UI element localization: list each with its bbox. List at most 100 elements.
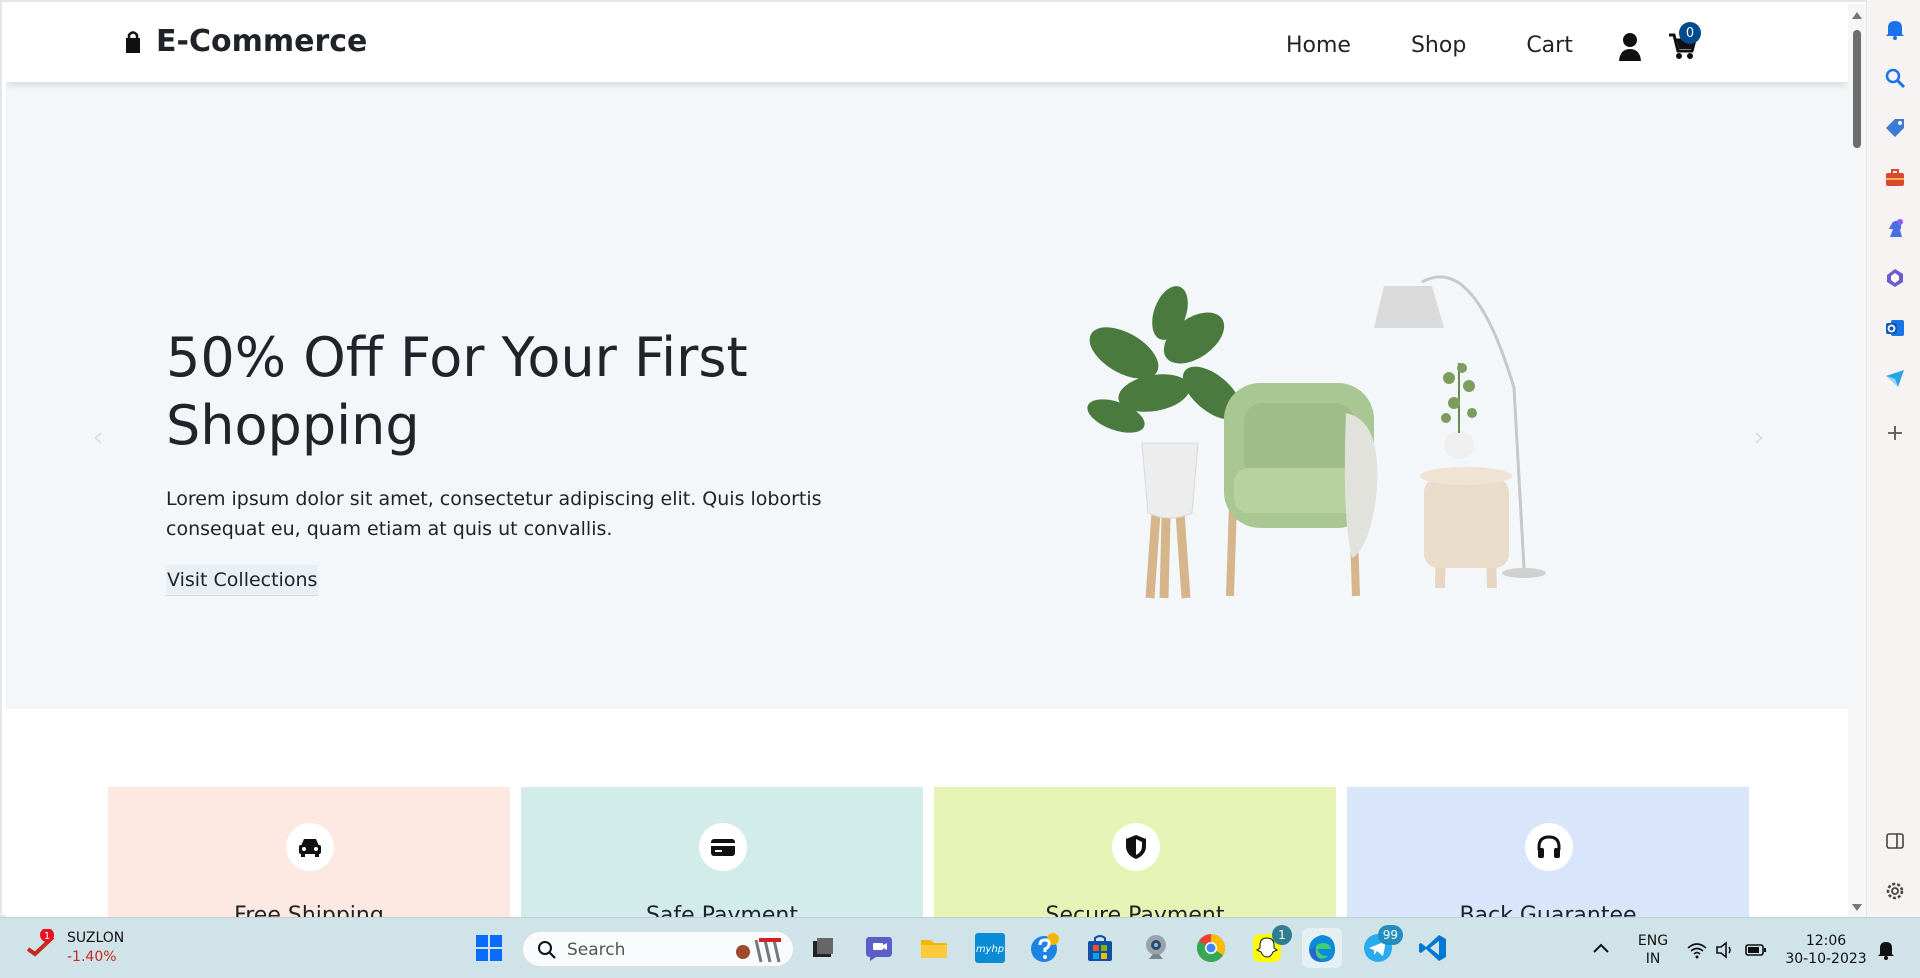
stock-text: SUZLON -1.40% xyxy=(67,929,124,967)
taskbar-app[interactable] xyxy=(803,928,843,968)
taskbar-app[interactable] xyxy=(859,928,899,968)
feature-title: Safe Payment xyxy=(645,903,799,917)
user-icon[interactable] xyxy=(1618,32,1642,62)
hero-description: Lorem ipsum dolor sit amet, consectetur … xyxy=(166,488,822,540)
file-manager-icon xyxy=(813,938,833,957)
outlook-icon[interactable] xyxy=(1884,317,1906,339)
snapchat-badge: 1 xyxy=(1272,925,1292,945)
nav-shop[interactable]: Shop xyxy=(1411,33,1466,58)
chevron-up-icon[interactable] xyxy=(1592,942,1610,954)
feature-card-free-shipping: Free Shipping xyxy=(108,787,510,917)
shopping-bag-icon xyxy=(126,30,140,53)
svg-text:myhp: myhp xyxy=(976,944,1004,955)
search-placeholder: Search xyxy=(567,940,626,960)
hero-heading: 50% Off For Your First Shopping xyxy=(166,326,748,457)
taskbar-search[interactable]: Search xyxy=(522,931,794,967)
language-bottom: IN xyxy=(1645,951,1661,967)
feature-card-safe-payment: Safe Payment xyxy=(521,787,923,917)
chess-icon[interactable] xyxy=(1884,217,1906,239)
briefcase-icon[interactable] xyxy=(1884,167,1906,189)
wifi-icon[interactable] xyxy=(1687,941,1707,959)
browser-window: E-Commerce Home Shop Cart 0 50% Off For … xyxy=(0,0,1866,917)
taskbar-app[interactable]: 1 xyxy=(1247,925,1292,968)
battery-icon[interactable] xyxy=(1745,943,1767,957)
telegram-badge: 99 xyxy=(1377,925,1403,945)
visit-collections-button[interactable]: Visit Collections xyxy=(166,565,319,596)
vscode-icon xyxy=(1419,935,1446,961)
send-icon[interactable] xyxy=(1884,367,1906,389)
feature-title: Back Guarantee xyxy=(1459,903,1637,917)
stock-chart-icon: 1 xyxy=(26,929,55,957)
armchair-plant-lamp-illustration xyxy=(1087,275,1546,599)
taskbar-app[interactable] xyxy=(914,928,954,968)
taskbar-app[interactable] xyxy=(1136,928,1176,968)
hero-banner: 50% Off For Your First Shopping Lorem ip… xyxy=(6,82,1848,709)
taskbar-app[interactable]: myhp xyxy=(970,928,1010,968)
feature-title: Free Shipping xyxy=(234,903,384,917)
site-navbar: E-Commerce Home Shop Cart 0 xyxy=(6,4,1848,82)
search-icon[interactable] xyxy=(1884,67,1906,89)
teams-chat-icon xyxy=(866,937,892,961)
feature-icon-circle xyxy=(1112,823,1160,871)
cart-badge: 0 xyxy=(1679,22,1701,44)
scroll-thumb[interactable] xyxy=(1853,30,1861,148)
taskbar-app[interactable] xyxy=(1413,928,1453,968)
tools-highlight-icon xyxy=(736,938,781,963)
headphones-icon xyxy=(1537,835,1561,858)
webpage: E-Commerce Home Shop Cart 0 50% Off For … xyxy=(6,4,1848,917)
main-nav: Home Shop Cart xyxy=(1286,33,1573,58)
card-icon xyxy=(711,839,735,856)
stock-widget[interactable]: 1 SUZLON -1.40% xyxy=(25,929,124,967)
plus-icon[interactable] xyxy=(1884,422,1906,444)
taskbar-app[interactable]: 99 xyxy=(1358,925,1403,968)
feature-title: Secure Payment xyxy=(1045,903,1225,917)
clock-time: 12:06 xyxy=(1805,933,1847,949)
taskbar-app[interactable] xyxy=(1080,928,1120,968)
help-icon xyxy=(1031,933,1059,962)
svg-text:1: 1 xyxy=(44,931,50,942)
feature-card-secure-payment: Secure Payment xyxy=(934,787,1336,917)
brand-name: E-Commerce xyxy=(156,24,368,59)
start-button[interactable] xyxy=(469,928,509,968)
carousel-next-icon[interactable]: › xyxy=(1746,423,1772,451)
taskbar-app[interactable] xyxy=(1191,928,1231,968)
feature-icon-circle xyxy=(699,823,747,871)
bell-icon[interactable] xyxy=(1884,18,1906,40)
car-icon xyxy=(299,839,321,857)
carousel-prev-icon[interactable]: ‹ xyxy=(85,423,111,451)
feature-icon-circle xyxy=(286,823,334,871)
features-section: Free Shipping Safe Payment Secure Paymen… xyxy=(6,709,1848,917)
nav-home[interactable]: Home xyxy=(1286,33,1351,58)
edge-icon xyxy=(1309,935,1335,962)
language-top: ENG xyxy=(1637,933,1669,949)
volume-icon[interactable] xyxy=(1715,941,1735,959)
scroll-up-icon[interactable] xyxy=(1852,12,1862,19)
edge-sidebar xyxy=(1866,0,1920,917)
clock-date: 30-10-2023 xyxy=(1785,951,1867,967)
scroll-down-icon[interactable] xyxy=(1852,904,1862,911)
search-icon xyxy=(538,941,556,959)
windows-icon xyxy=(476,935,502,961)
feature-icon-circle xyxy=(1525,823,1573,871)
chrome-icon xyxy=(1197,934,1225,962)
language-indicator[interactable]: ENG IN xyxy=(1633,932,1673,968)
myhp-icon: myhp xyxy=(975,933,1005,963)
clock[interactable]: 12:06 30-10-2023 xyxy=(1780,932,1872,968)
notification-bell-icon[interactable] xyxy=(1877,940,1895,960)
stock-name: SUZLON xyxy=(67,930,125,946)
camera-icon xyxy=(1146,935,1166,959)
settings-icon[interactable] xyxy=(1884,880,1906,902)
taskbar-app[interactable] xyxy=(1025,928,1065,968)
copilot-icon[interactable] xyxy=(1884,267,1906,289)
brand-logo[interactable]: E-Commerce xyxy=(120,24,367,59)
shield-icon xyxy=(1126,835,1146,859)
nav-cart[interactable]: Cart xyxy=(1526,33,1573,58)
feature-card-back-guarantee: Back Guarantee xyxy=(1347,787,1749,917)
tag-icon[interactable] xyxy=(1884,117,1906,139)
page-scrollbar[interactable] xyxy=(1848,4,1866,917)
store-icon xyxy=(1088,935,1112,961)
folder-icon xyxy=(921,940,947,958)
taskbar-app-active[interactable] xyxy=(1302,928,1342,968)
sidebar-toggle-icon[interactable] xyxy=(1884,830,1906,852)
stock-change: -1.40% xyxy=(67,949,117,965)
